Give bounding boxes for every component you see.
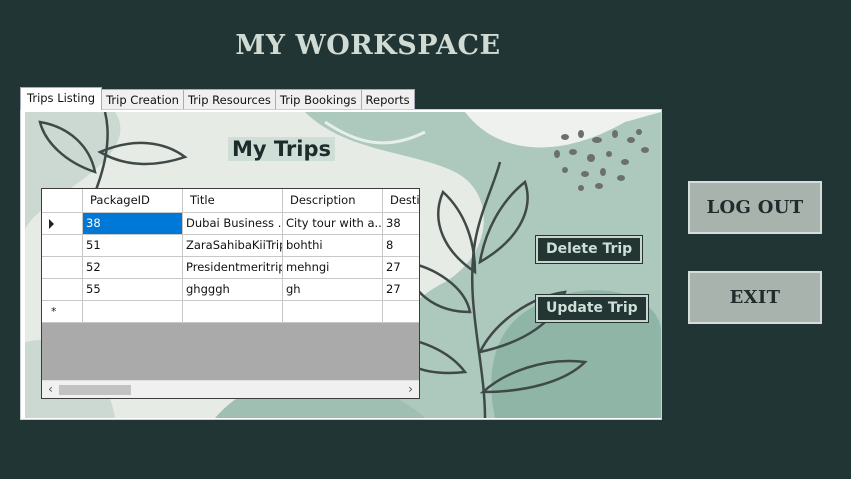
table-cell[interactable]: 55 <box>83 279 183 301</box>
column-header-title[interactable]: Title <box>183 189 283 213</box>
page-heading: My Trips <box>228 137 336 161</box>
tab-trip-resources[interactable]: Trip Resources <box>182 89 276 110</box>
trips-listing-panel: My Trips PackageID Title Description Des… <box>20 109 662 420</box>
exit-button[interactable]: EXIT <box>688 271 822 324</box>
app-title: MY WORKSPACE <box>235 30 501 61</box>
triangle-right-icon <box>49 219 54 229</box>
table-cell[interactable]: bohthi <box>283 235 383 257</box>
table-cell[interactable]: City tour with a... <box>283 213 383 235</box>
row-header[interactable]: * <box>42 301 83 323</box>
table-cell[interactable]: 38 <box>83 213 183 235</box>
table-cell[interactable] <box>183 301 283 323</box>
table-cell[interactable]: Presidentmeritrip <box>183 257 283 279</box>
table-cell[interactable] <box>283 301 383 323</box>
column-header-destination[interactable]: Destin <box>383 189 419 213</box>
row-header[interactable] <box>42 235 83 257</box>
new-row[interactable]: * <box>42 301 419 323</box>
update-trip-button[interactable]: Update Trip <box>536 295 648 322</box>
logout-button[interactable]: LOG OUT <box>688 181 822 234</box>
table-cell[interactable] <box>383 301 419 323</box>
tab-trip-creation[interactable]: Trip Creation <box>101 89 184 110</box>
row-header[interactable] <box>42 279 83 301</box>
table-cell[interactable]: 51 <box>83 235 183 257</box>
row-header[interactable] <box>42 257 83 279</box>
chevron-left-icon[interactable]: ‹ <box>42 381 59 398</box>
table-row[interactable]: 51 ZaraSahibaKiiTrip bohthi 8 <box>42 235 419 257</box>
delete-trip-button[interactable]: Delete Trip <box>536 236 643 263</box>
grid-header-row: PackageID Title Description Destin <box>42 189 419 213</box>
table-cell[interactable]: ZaraSahibaKiiTrip <box>183 235 283 257</box>
table-cell[interactable]: 52 <box>83 257 183 279</box>
table-cell[interactable]: 8 <box>383 235 419 257</box>
tab-strip: Trips Listing Trip Creation Trip Resourc… <box>20 87 415 110</box>
table-cell[interactable]: mehngi <box>283 257 383 279</box>
row-header-corner <box>42 189 83 213</box>
new-row-marker: * <box>51 305 57 318</box>
table-cell[interactable]: 27 <box>383 257 419 279</box>
column-header-packageid[interactable]: PackageID <box>83 189 183 213</box>
tab-trips-listing[interactable]: Trips Listing <box>20 87 103 110</box>
table-cell[interactable]: ghgggh <box>183 279 283 301</box>
table-row[interactable]: 38 Dubai Business ... City tour with a..… <box>42 213 419 235</box>
table-cell[interactable]: 27 <box>383 279 419 301</box>
table-cell[interactable]: gh <box>283 279 383 301</box>
column-header-description[interactable]: Description <box>283 189 383 213</box>
table-cell[interactable]: 38 <box>383 213 419 235</box>
trips-data-grid[interactable]: PackageID Title Description Destin 38 Du… <box>41 188 420 399</box>
chevron-right-icon[interactable]: › <box>402 381 419 398</box>
table-row[interactable]: 52 Presidentmeritrip mehngi 27 <box>42 257 419 279</box>
horizontal-scrollbar[interactable]: ‹ › <box>42 380 419 398</box>
tab-reports[interactable]: Reports <box>360 89 415 110</box>
tab-trip-bookings[interactable]: Trip Bookings <box>274 89 362 110</box>
row-header[interactable] <box>42 213 83 235</box>
table-cell[interactable]: Dubai Business ... <box>183 213 283 235</box>
table-row[interactable]: 55 ghgggh gh 27 <box>42 279 419 301</box>
table-cell[interactable] <box>83 301 183 323</box>
scrollbar-thumb[interactable] <box>59 385 131 395</box>
